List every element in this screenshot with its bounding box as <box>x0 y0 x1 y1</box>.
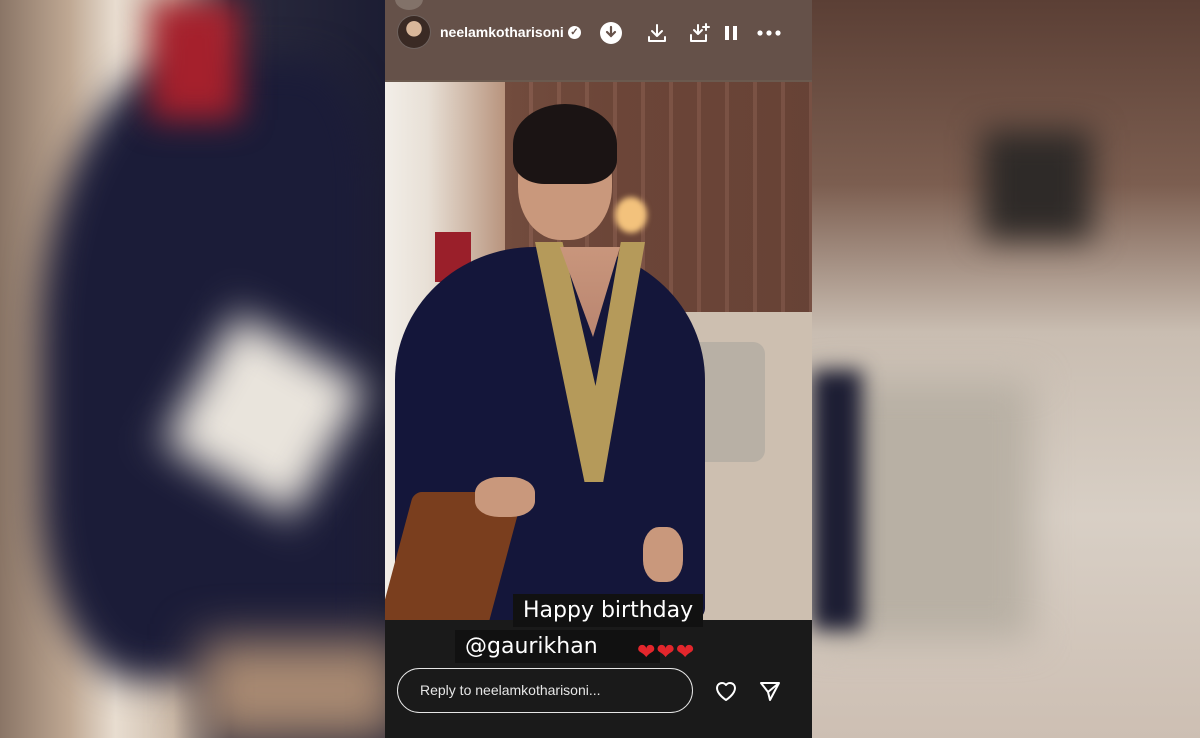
caption-mention[interactable]: @gaurikhan <box>455 630 660 663</box>
send-icon[interactable] <box>755 676 785 706</box>
download-circle-icon[interactable] <box>598 20 624 46</box>
caption-line-1: Happy birthday <box>513 594 704 627</box>
heart-icon[interactable] <box>711 676 741 706</box>
blurred-background-left <box>0 0 385 738</box>
story-viewer: neelamkotharisoni ✓ Happy birthday @gaur… <box>385 0 812 738</box>
previous-story-chip[interactable] <box>395 0 423 10</box>
avatar[interactable] <box>397 15 431 49</box>
username[interactable]: neelamkotharisoni <box>440 24 564 40</box>
story-photo <box>385 82 812 620</box>
story-header: neelamkotharisoni ✓ <box>385 0 812 80</box>
more-options-icon[interactable] <box>756 20 782 46</box>
pause-icon[interactable] <box>718 20 744 46</box>
blurred-background-right <box>812 0 1200 738</box>
reply-input[interactable]: Reply to neelamkotharisoni... <box>397 668 693 713</box>
verified-badge-icon: ✓ <box>568 26 581 39</box>
save-icon[interactable] <box>687 20 713 46</box>
hearts-emoji: ❤❤❤ <box>637 639 696 664</box>
download-icon[interactable] <box>644 20 670 46</box>
